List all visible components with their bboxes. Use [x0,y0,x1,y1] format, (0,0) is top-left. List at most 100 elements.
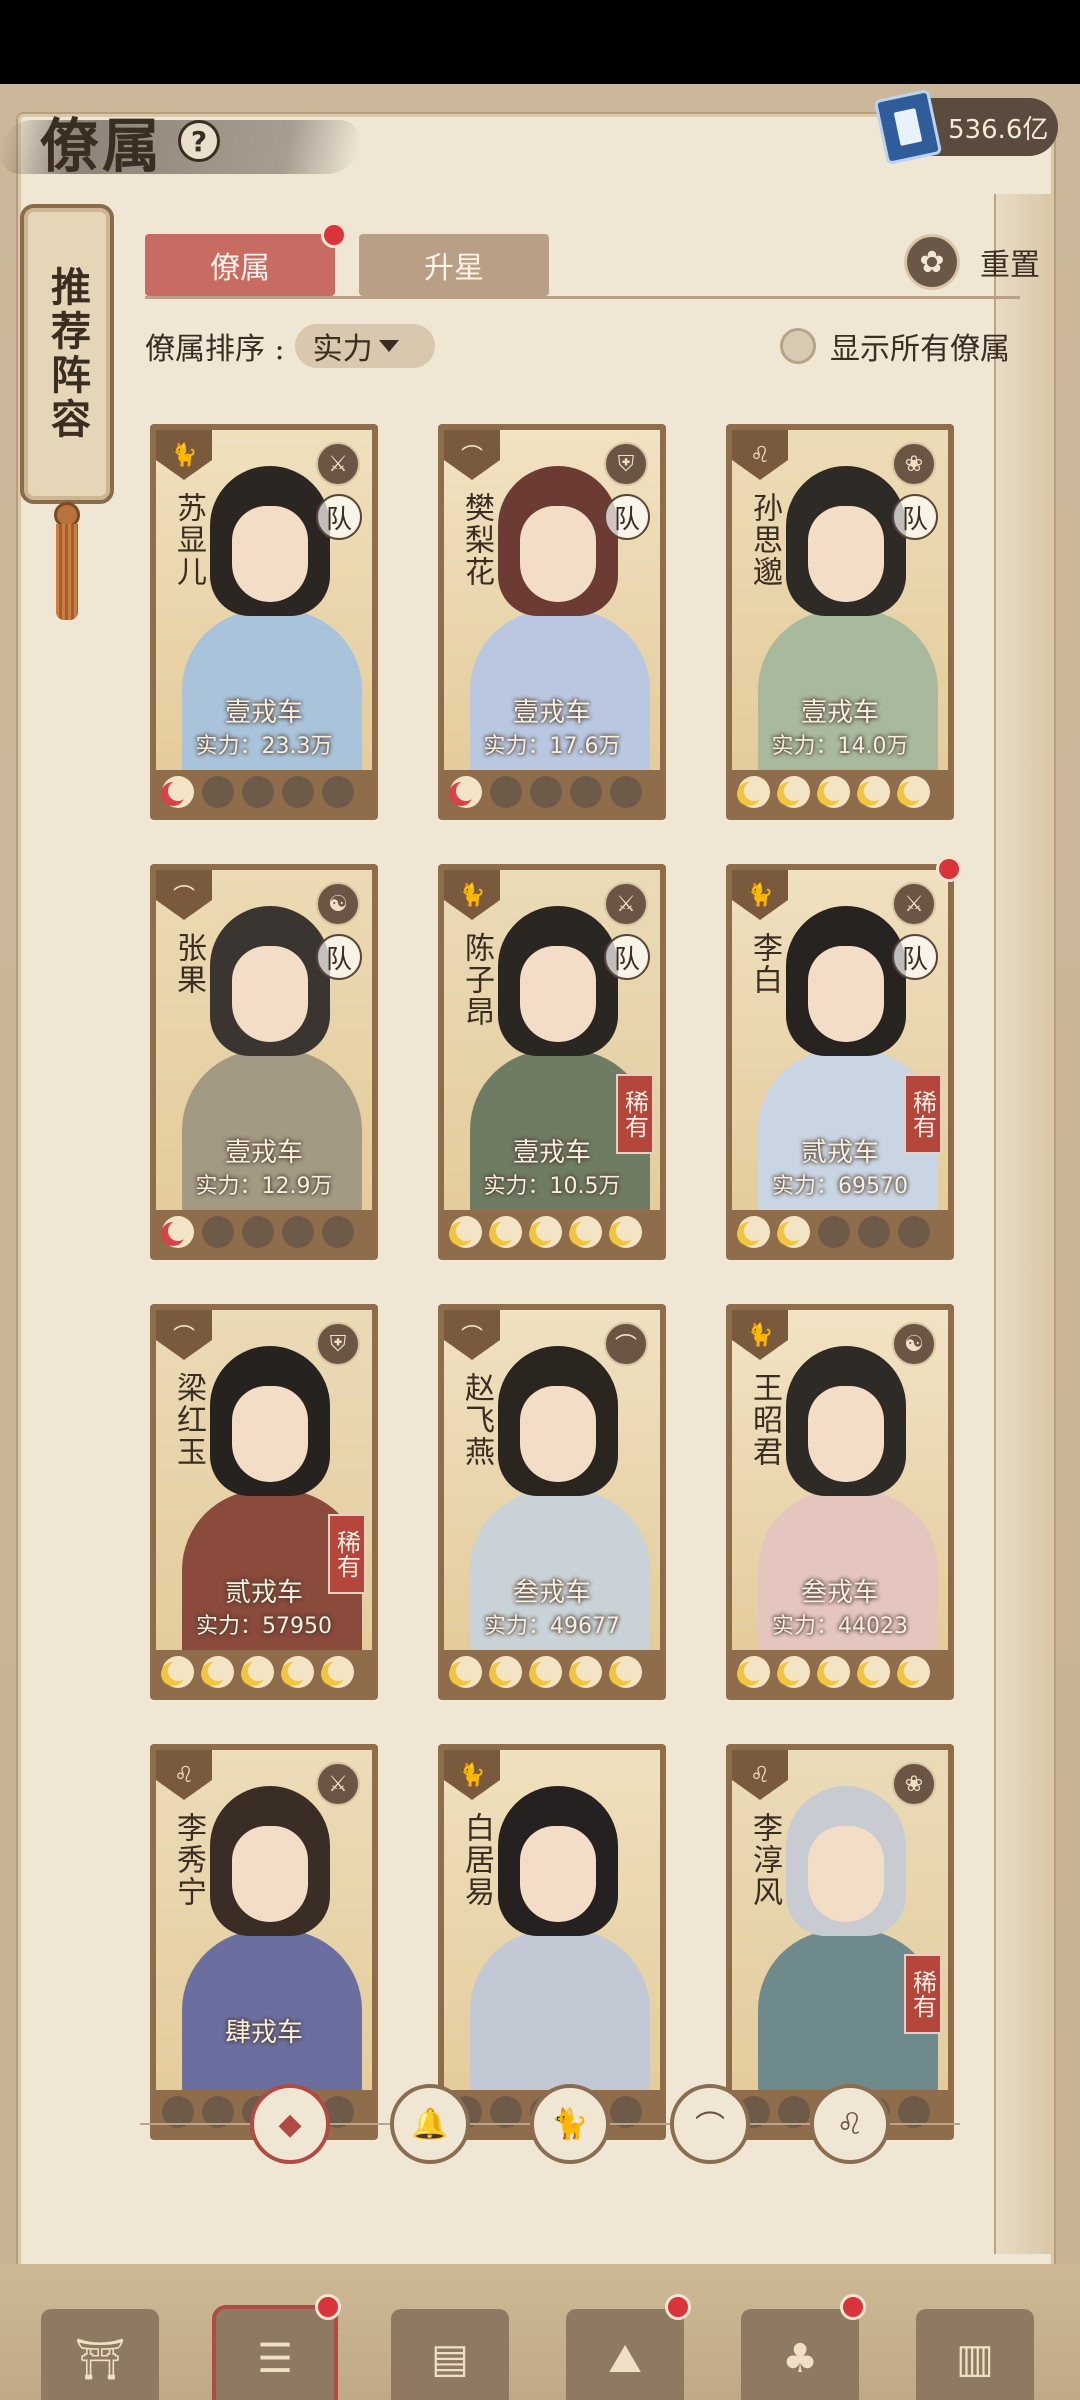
moon-star-icon [610,776,642,808]
bell-icon: 🔔 [411,2106,449,2142]
portrait-face [808,1386,884,1482]
retainer-card[interactable]: 陈子昂 🐈 ⚔ 队稀有 壹戎车 实力：10.5万 [438,864,666,1260]
moon-star-icon [610,1656,642,1688]
retainer-name: 樊梨花 [459,492,494,588]
retainer-card[interactable]: 梁红玉 ⌒ ⛨ 稀有 贰戎车 实力：57950 [150,1304,378,1700]
lotus-icon: ❀ [892,442,936,486]
show-all-toggle[interactable]: 显示所有僚属 [780,324,1010,368]
team-badge: 队 [316,494,362,540]
moon-star-icon [530,1656,562,1688]
moon-star-icon [570,1656,602,1688]
retainer-card[interactable]: 王昭君 🐈 ☯ 叁戎车 实力：44023 [726,1304,954,1700]
yinyang-icon: ☯ [316,882,360,926]
moon-star-icon [778,776,810,808]
power-label: 实力：23.3万 [195,734,333,759]
retainer-card[interactable]: 樊梨花 ⌒ ⛨ 队壹戎车 实力：17.6万 [438,424,666,820]
notification-dot [321,222,347,248]
all-filter-button[interactable]: ◆ [250,2084,330,2164]
moon-star-icon [202,776,234,808]
rank-label: 壹戎车 [224,1138,303,1168]
nav-item-3[interactable]: ⛰州 [555,2294,695,2400]
retainer-name: 白居易 [459,1812,494,1908]
card-portrait: 张果 ⌒ ☯ 队壹戎车 实力：12.9万 [156,870,372,1210]
tab-star-up[interactable]: 升星 [359,234,549,296]
star-row [162,1656,354,1688]
power-label: 实力：69570 [772,1174,908,1199]
fan-filter-button[interactable]: ⌒ [670,2084,750,2164]
card-portrait: 李淳风 ♌ ❀ 稀有 [732,1750,948,2090]
reset-icon: ✿ [904,234,960,290]
cat-icon: 🐈 [156,430,212,480]
moon-star-icon [242,1656,274,1688]
power-label: 实力：44023 [772,1614,908,1639]
documents-icon: ▤ [391,2309,509,2400]
cat-icon: 🐈 [444,870,500,920]
retainer-card[interactable]: 白居易 🐈 [438,1744,666,2140]
team-badge: 队 [604,934,650,980]
lion-filter-button[interactable]: ♌ [810,2084,890,2164]
moon-star-icon [282,1216,314,1248]
notification-dot [936,856,960,882]
tab-retainers[interactable]: 僚属 [145,234,335,296]
retainer-name: 孙思邈 [747,492,782,588]
moon-star-icon [322,1216,354,1248]
nav-item-4[interactable]: ♣城郊 [730,2294,870,2400]
retainer-name: 王昭君 [747,1372,782,1468]
portrait-face [520,1826,596,1922]
moon-star-icon [858,1216,890,1248]
sword-icon: ⚔ [604,882,648,926]
sort-label: 僚属排序 : [145,332,285,367]
team-badge: 队 [892,934,938,980]
moon-star-icon [530,776,562,808]
card-portrait: 梁红玉 ⌒ ⛨ 稀有 贰戎车 实力：57950 [156,1310,372,1650]
moon-star-icon [202,1656,234,1688]
currency-display[interactable]: 536.6亿 [873,88,1058,166]
moon-star-icon [818,776,850,808]
fan-icon: ⌒ [604,1322,648,1366]
recommend-lineup-button[interactable]: 推荐阵容 [20,204,114,504]
moon-star-icon [162,1216,194,1248]
bell-filter-button[interactable]: 🔔 [390,2084,470,2164]
map-scroll-icon: ▥ [916,2309,1034,2400]
retainer-name: 梁红玉 [171,1372,206,1468]
sort-dropdown[interactable]: 实力 [294,324,435,368]
status-bar [0,0,1080,84]
card-portrait: 赵飞燕 ⌒ ⌒ 叁戎车 实力：49677 [444,1310,660,1650]
star-row [450,1656,642,1688]
card-portrait: 苏显儿 🐈 ⚔ 队壹戎车实力：23.3万 [156,430,372,770]
cat-filter-button[interactable]: 🐈 [530,2084,610,2164]
retainer-card[interactable]: 孙思邈 ♌ ❀ 队壹戎车 实力：14.0万 [726,424,954,820]
rank-label: 壹戎车 [224,698,303,728]
portrait-face [232,946,308,1042]
retainer-card[interactable]: 张果 ⌒ ☯ 队壹戎车 实力：12.9万 [150,864,378,1260]
show-all-radio[interactable] [780,328,816,364]
moon-star-icon [490,1216,522,1248]
moon-star-icon [450,776,482,808]
retainer-card[interactable]: 李白 🐈 ⚔ 队稀有 贰戎车 实力：69570 [726,856,960,1260]
moon-star-icon [322,1656,354,1688]
app-root: 僚属 ? 536.6亿 推荐阵容 僚属 升星 ✿ 重置 僚属排序 : 实力 显示… [0,84,1080,2400]
retainer-card[interactable]: 赵飞燕 ⌒ ⌒ 叁戎车 实力：49677 [438,1304,666,1700]
lion-icon: ♌ [732,1750,788,1800]
moon-star-icon [450,1216,482,1248]
portrait-face [520,506,596,602]
retainer-card[interactable]: 苏显儿 🐈 ⚔ 队壹戎车实力：23.3万 [150,424,378,820]
star-row [450,776,642,808]
retainer-card[interactable]: 李秀宁 ♌ ⚔ 肆戎车 [150,1744,378,2140]
sword-icon: ⚔ [316,442,360,486]
show-all-label: 显示所有僚属 [830,332,1010,367]
retainer-name: 苏显儿 [171,492,206,588]
reset-button[interactable]: ✿ 重置 [904,234,1040,290]
chevron-down-icon [378,340,399,352]
rank-label: 叁戎车 [512,1578,591,1608]
retainer-card[interactable]: 李淳风 ♌ ❀ 稀有 [726,1744,954,2140]
nav-item-5[interactable]: ▥九州 [905,2294,1045,2400]
nav-item-1[interactable]: ☰僚属 [205,2294,345,2400]
question-icon[interactable]: ? [178,120,221,162]
retainer-name: 李淳风 [747,1812,782,1908]
power-label: 实力：10.5万 [483,1174,621,1199]
nav-item-2[interactable]: ▤政务 [380,2294,520,2400]
star-row [450,1216,642,1248]
rank-label: 贰戎车 [224,1578,303,1608]
nav-item-0[interactable]: ⛩共邑 [30,2294,170,2400]
